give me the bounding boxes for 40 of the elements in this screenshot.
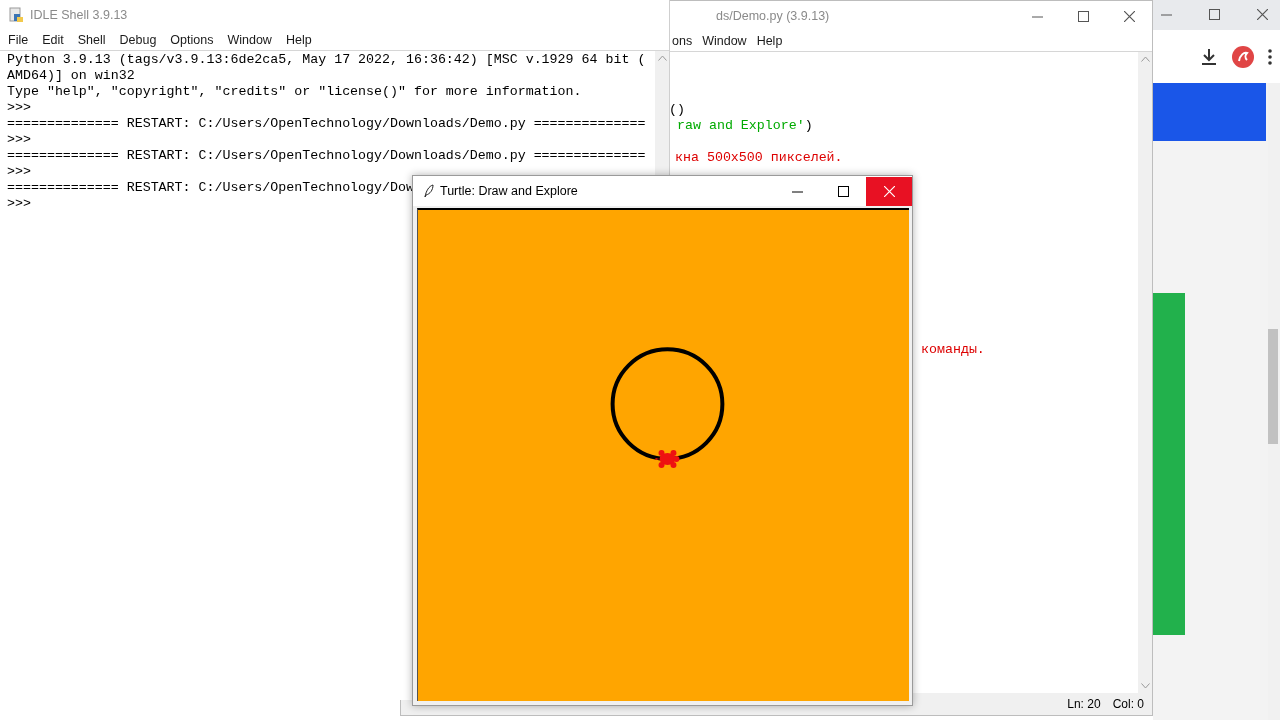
code-line: команды. (921, 342, 985, 358)
line-number: Ln: 20 (1067, 697, 1101, 711)
scroll-up-icon[interactable] (1140, 56, 1150, 62)
code-line: кна 500x500 пикселей. (675, 150, 843, 166)
shell-line: ============== RESTART: C:/Users/OpenTechnology/Downloads/Demo.py ============== (7, 116, 646, 132)
more-menu-icon[interactable] (1268, 48, 1272, 65)
shell-line: >>> (7, 100, 31, 116)
menu-item[interactable]: Help (756, 34, 793, 48)
shell-line: ============== RESTART: C:/Users/OpenTechnology/Downloads/Demo.py ============== (7, 148, 646, 164)
shell-line: Python 3.9.13 (tags/v3.9.13:6de2ca5, May 17 2022, 16:36:42) [MSC v.1929 64 bit ( (7, 52, 646, 68)
shell-line: >>> (7, 164, 31, 180)
scroll-up-icon[interactable] (657, 55, 667, 61)
shell-line: >>> (7, 132, 31, 148)
python-file-icon (8, 7, 24, 23)
menu-item[interactable]: Window (702, 34, 757, 48)
menu-item[interactable]: Shell (70, 33, 113, 47)
code-line: () (669, 102, 685, 118)
menu-item[interactable]: Window (220, 33, 279, 47)
scroll-down-icon[interactable] (1140, 683, 1150, 689)
avatar-icon[interactable] (1232, 45, 1254, 68)
column-number: Col: 0 (1112, 697, 1144, 711)
turtle-icon (655, 450, 680, 468)
feather-icon (424, 184, 434, 198)
window-title: ds/Demo.py (3.9.13) (716, 9, 830, 23)
shell-line: ============== RESTART: C:/Users/OpenTechnology/Dow (7, 180, 414, 196)
scrollbar-thumb[interactable] (1268, 329, 1278, 444)
menu-item[interactable]: Options (163, 33, 221, 47)
shell-line: Type "help", "copyright", "credits" or "license()" for more information. (7, 84, 582, 100)
window-title: Turtle: Draw and Explore (440, 184, 578, 198)
menu-item[interactable]: ons (672, 34, 703, 48)
close-icon[interactable] (866, 176, 912, 206)
menu-item[interactable]: File (1, 33, 36, 47)
shell-line: AMD64)] on win32 (7, 68, 135, 84)
menu-item[interactable]: Help (278, 33, 319, 47)
menu-item[interactable]: Debug (112, 33, 164, 47)
code-line: raw and Explore') (677, 118, 813, 134)
menu-item[interactable]: Edit (35, 33, 71, 47)
window-title: IDLE Shell 3.9.13 (30, 8, 128, 22)
shell-line: >>> (7, 196, 31, 212)
download-icon[interactable] (1200, 47, 1218, 66)
